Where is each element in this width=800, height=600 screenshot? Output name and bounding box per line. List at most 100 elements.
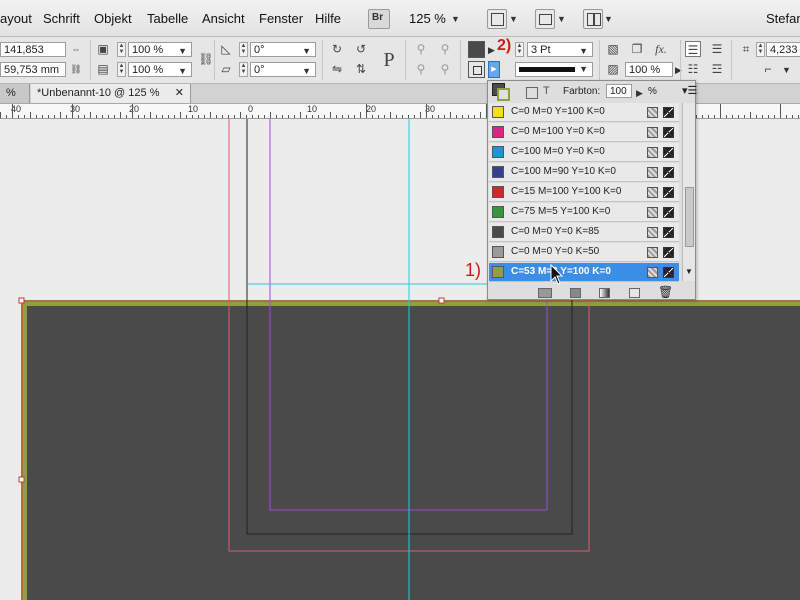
tint-dropdown-icon[interactable]: ▶ (636, 88, 643, 99)
constrain-proportions-icon[interactable]: ⛓ (198, 51, 214, 67)
selected-rectangle[interactable] (21, 300, 800, 600)
delete-swatch-icon[interactable]: 🗑 (658, 285, 673, 299)
selection-handle[interactable] (18, 297, 25, 304)
menu-hilfe[interactable]: Hilfe (315, 11, 341, 26)
rotation-field[interactable]: 0° ▼ (250, 42, 316, 57)
fill-stroke-toggle-icon[interactable] (492, 83, 510, 101)
chevron-down-icon[interactable]: ▼ (178, 44, 187, 59)
chevron-down-icon[interactable]: ▼ (302, 44, 311, 59)
text-format-icon[interactable]: T (543, 85, 550, 97)
swatch-scrollbar[interactable]: ▼ (682, 103, 695, 281)
swatch-row[interactable]: C=0 M=0 Y=100 K=0 (489, 103, 679, 122)
fill-dropdown-icon[interactable]: ▶ (488, 45, 495, 56)
show-all-swatches-button[interactable] (538, 288, 552, 298)
swatch-row[interactable]: C=0 M=0 Y=0 K=85 (489, 223, 679, 242)
screen-mode-button[interactable] (535, 9, 555, 29)
text-wrap-jump-icon[interactable]: ☲ (709, 61, 725, 77)
stroke-type-select[interactable]: ▼ (515, 62, 593, 77)
right-value-field[interactable]: 4,233 (766, 42, 800, 57)
swatch-row[interactable]: C=100 M=0 Y=0 K=0 (489, 143, 679, 162)
close-icon[interactable]: ✕ (175, 84, 184, 103)
swatch-row[interactable]: C=53 M=3 Y=100 K=0 (489, 263, 679, 282)
tab-previous-document[interactable]: % ✕ (0, 84, 30, 118)
chevron-down-icon[interactable]: ▼ (509, 14, 518, 24)
swatch-row[interactable]: C=15 M=100 Y=100 K=0 (489, 183, 679, 202)
rotation-stepper[interactable]: ▲ ▼ (239, 42, 248, 57)
shear-stepper[interactable]: ▲ ▼ (239, 62, 248, 77)
scroll-down-icon[interactable]: ▼ (685, 267, 693, 276)
scale-y-field[interactable]: 100 % ▼ (128, 62, 192, 77)
flip-horizontal-icon[interactable]: ⇋ (329, 61, 345, 77)
swatch-row[interactable]: C=100 M=90 Y=10 K=0 (489, 163, 679, 182)
right-value-stepper[interactable]: ▲ ▼ (756, 42, 765, 57)
shadow-box-icon[interactable]: ❐ (629, 41, 645, 57)
drop-shadow-icon[interactable]: ▧ (605, 41, 621, 57)
show-gradient-swatches-button[interactable] (599, 288, 610, 298)
container-format-icon[interactable] (526, 87, 538, 99)
scale-y-stepper[interactable]: ▲ ▼ (117, 62, 126, 77)
link-icon[interactable]: ⛓ (68, 61, 84, 77)
x-position-field[interactable]: 141,853 mm (0, 42, 66, 71)
bridge-button[interactable]: Br (368, 9, 390, 29)
select-container-icon[interactable]: ⚲ (413, 41, 429, 57)
process-color-icon (663, 167, 674, 178)
fill-color-box[interactable] (468, 41, 485, 58)
ruler-tick (456, 115, 457, 118)
stroke-weight-field[interactable]: 3 Pt ▼ (527, 42, 593, 57)
show-color-swatches-button[interactable] (570, 288, 581, 298)
text-wrap-bbox-icon[interactable]: ☰ (709, 41, 725, 57)
flip-vertical-icon[interactable]: ⇅ (353, 61, 369, 77)
zoom-dropdown-icon[interactable]: ▼ (451, 14, 460, 24)
ruler-tick (186, 115, 187, 118)
selection-handle[interactable] (18, 476, 25, 483)
arrange-documents-button[interactable] (583, 9, 603, 29)
scale-x-stepper[interactable]: ▲ ▼ (117, 42, 126, 57)
menu-schrift[interactable]: Schrift (43, 11, 80, 26)
scrollbar-thumb[interactable] (685, 187, 694, 247)
corner-options-icon[interactable]: ⌐ (760, 61, 776, 77)
tint-field[interactable]: 100 (606, 84, 632, 98)
swatch-list[interactable]: C=0 M=0 Y=100 K=0 C=0 M=100 Y=0 K=0 C=100 … (488, 103, 684, 283)
tab-active-document[interactable]: *Unbenannt-10 @ 125 % ✕ (31, 84, 191, 103)
chevron-down-icon[interactable]: ▼ (604, 14, 613, 24)
effects-fx-icon[interactable]: fx. (653, 41, 669, 57)
ruler-tick (426, 104, 427, 118)
new-swatch-button[interactable] (629, 288, 640, 298)
chevron-down-icon[interactable]: ▼ (302, 64, 311, 79)
chevron-down-icon[interactable]: ▼ (782, 65, 791, 75)
swatch-row[interactable]: C=0 M=0 Y=0 K=50 (489, 243, 679, 262)
menu-layout[interactable]: ayout (0, 11, 32, 26)
scale-x-field[interactable]: 100 % ▼ (128, 42, 192, 57)
menu-tabelle[interactable]: Tabelle (147, 11, 188, 26)
cmyk-mode-icon (647, 207, 658, 218)
chevron-down-icon[interactable]: ▼ (579, 64, 588, 74)
zoom-level[interactable]: 125 % (409, 11, 446, 26)
opacity-field[interactable]: 100 % (625, 62, 673, 77)
stroke-color-box[interactable] (468, 61, 485, 78)
select-content-icon[interactable]: ⚲ (413, 61, 429, 77)
menu-ansicht[interactable]: Ansicht (202, 11, 245, 26)
auto-fit-icon[interactable]: ⌗ (738, 41, 754, 57)
stroke-dropdown-button[interactable]: ▶ (488, 61, 500, 78)
path-direction-icon[interactable]: P (378, 49, 400, 71)
view-options-button[interactable] (487, 9, 507, 29)
menu-fenster[interactable]: Fenster (259, 11, 303, 26)
select-next-icon[interactable]: ⚲ (437, 41, 453, 57)
swatch-row[interactable]: C=0 M=100 Y=0 K=0 (489, 123, 679, 142)
chevron-down-icon[interactable]: ▼ (557, 14, 566, 24)
chevron-down-icon[interactable]: ▼ (178, 64, 187, 79)
rotate-ccw-icon[interactable]: ↺ (353, 41, 369, 57)
select-previous-icon[interactable]: ⚲ (437, 61, 453, 77)
chevron-down-icon[interactable]: ▼ (579, 44, 588, 59)
ruler-tick (384, 115, 385, 118)
y-position-field[interactable]: 59,753 mm (0, 62, 66, 77)
menu-objekt[interactable]: Objekt (94, 11, 132, 26)
stroke-weight-stepper[interactable]: ▲ ▼ (515, 42, 524, 57)
swatch-row[interactable]: C=75 M=5 Y=100 K=0 (489, 203, 679, 222)
text-wrap-none-icon[interactable]: ☰ (685, 41, 701, 57)
rotate-cw-icon[interactable]: ↻ (329, 41, 345, 57)
text-wrap-shape-icon[interactable]: ☷ (685, 61, 701, 77)
shear-field[interactable]: 0° ▼ (250, 62, 316, 77)
selection-handle[interactable] (438, 297, 445, 304)
panel-menu-icon[interactable]: ▾☰ (682, 84, 697, 97)
